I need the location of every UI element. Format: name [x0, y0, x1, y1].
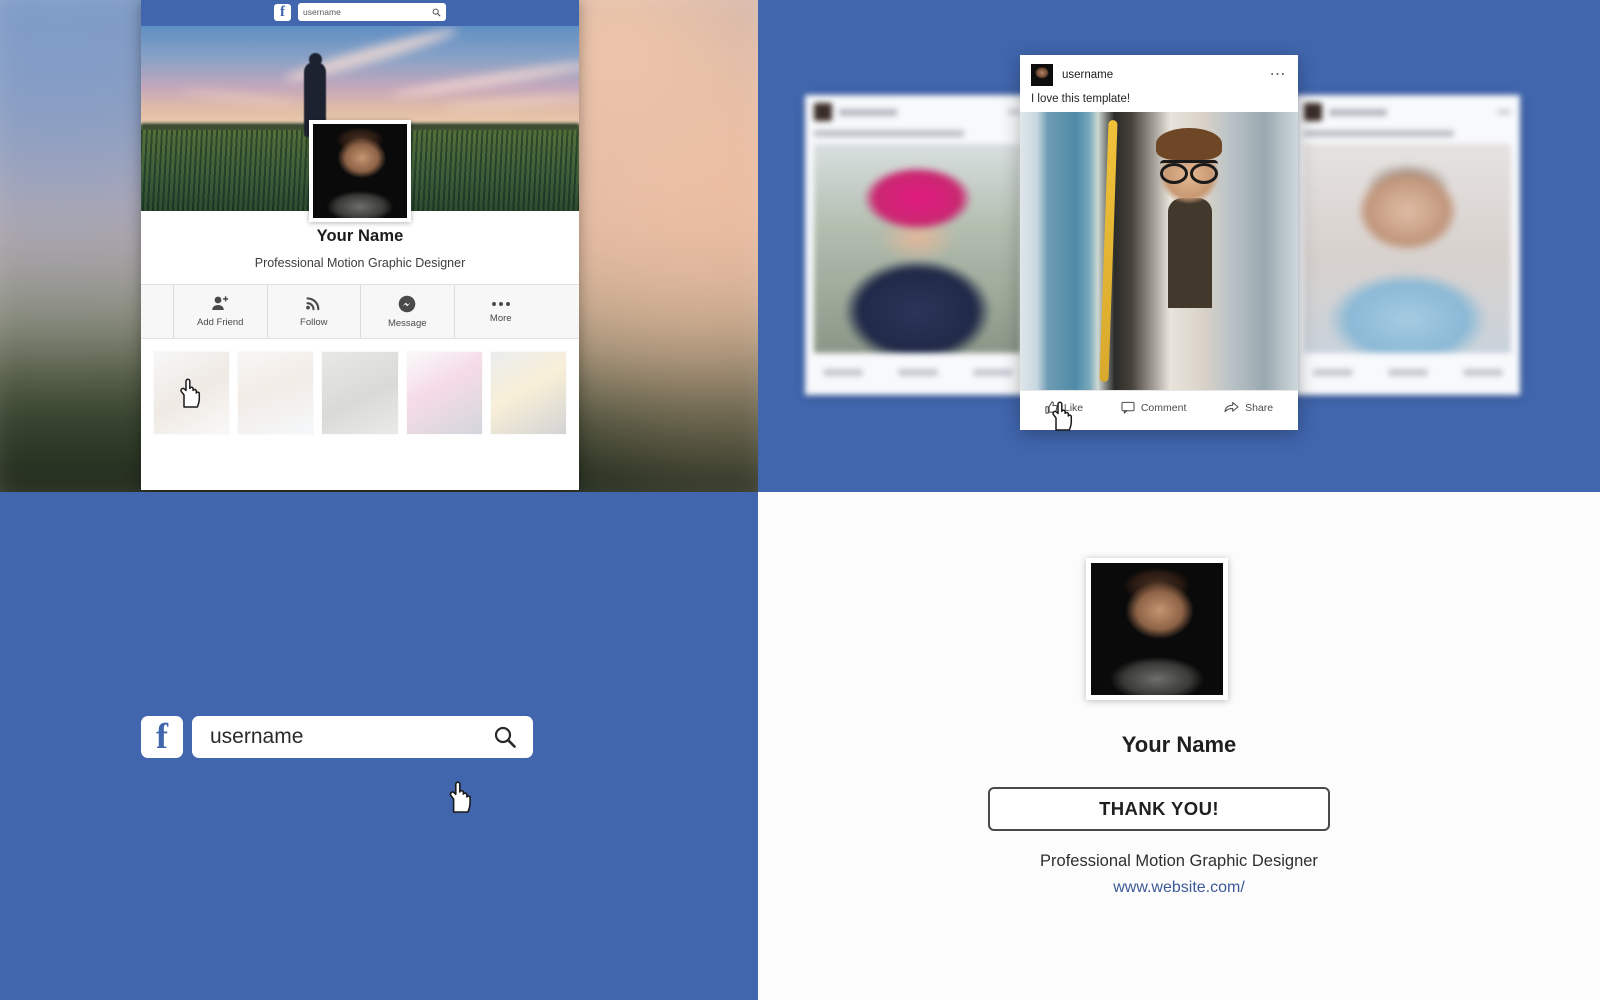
share-button[interactable]: Share: [1224, 401, 1273, 414]
avatar: [1304, 103, 1322, 121]
thank-you-subtitle: Professional Motion Graphic Designer: [1040, 852, 1318, 870]
facebook-f-logo-icon: f: [274, 3, 291, 21]
topbar-search-value: username: [303, 7, 341, 17]
action-bar-spacer: [547, 285, 579, 338]
post-header: username ⋯: [1020, 55, 1298, 86]
comment-label: Comment: [1140, 401, 1187, 414]
comment-placeholder: [897, 368, 938, 376]
comment-button[interactable]: Comment: [1121, 401, 1187, 414]
facebook-search-bar: f username: [141, 716, 533, 758]
avatar: [814, 103, 832, 121]
website-link[interactable]: www.website.com/: [758, 879, 1600, 897]
action-bar-spacer: [141, 285, 173, 338]
thank-you-name: Your Name: [1121, 732, 1237, 757]
topbar-search-input[interactable]: username: [298, 3, 446, 21]
follow-button[interactable]: Follow: [266, 285, 361, 338]
background-post-card[interactable]: [1295, 95, 1520, 395]
ellipsis-icon[interactable]: ⋯: [1270, 67, 1288, 83]
more-button[interactable]: More: [453, 285, 548, 338]
background-post-card[interactable]: [805, 95, 1030, 395]
featured-post-card: username ⋯ I love this template! Like Co…: [1020, 55, 1298, 430]
profile-name: Your Name: [316, 227, 404, 245]
profile-panel: f username Your Name Professional Motion…: [0, 0, 758, 492]
photo-thumbnail[interactable]: [405, 351, 483, 435]
facebook-profile-card: f username Your Name Professional Motion…: [141, 0, 579, 490]
photo-thumbnail[interactable]: [489, 351, 568, 435]
thank-you-avatar: [1086, 558, 1228, 700]
profile-subtitle: Professional Motion Graphic Designer: [254, 256, 466, 270]
username-placeholder: [839, 108, 897, 116]
eyeglasses: [1160, 160, 1218, 184]
profile-topbar: f username: [141, 0, 579, 26]
messenger-icon: [398, 295, 416, 312]
thumbs-up-icon: [1045, 401, 1058, 414]
thank-you-panel: Your Name THANK YOU! Professional Motion…: [758, 492, 1600, 1000]
cloud-decoration: [391, 57, 579, 101]
post-image: [814, 144, 1021, 353]
share-placeholder: [1462, 368, 1503, 376]
turtleneck: [1168, 198, 1212, 308]
photo-thumbnail[interactable]: [153, 351, 231, 435]
add-friend-icon: [211, 296, 228, 310]
ellipsis-icon: [491, 301, 510, 306]
share-label: Share: [1245, 401, 1274, 414]
background-post-actions: [805, 359, 1030, 385]
post-caption: I love this template!: [1031, 93, 1131, 105]
search-icon[interactable]: [432, 8, 441, 17]
add-friend-label: Add Friend: [197, 317, 244, 328]
like-placeholder: [822, 368, 863, 376]
post-action-bar: Like Comment Share: [1020, 390, 1298, 424]
search-input[interactable]: username: [192, 716, 533, 758]
cloud-decoration: [440, 92, 579, 113]
profile-portrait-image: [313, 124, 407, 218]
profile-avatar[interactable]: [309, 120, 411, 222]
ellipsis-icon: [1497, 110, 1511, 114]
add-friend-button[interactable]: Add Friend: [173, 285, 267, 338]
like-placeholder: [1312, 368, 1353, 376]
train-handrail: [1099, 119, 1118, 383]
share-arrow-icon: [1224, 401, 1239, 413]
caption-placeholder: [1304, 130, 1454, 137]
search-input-value: username: [210, 725, 304, 748]
post-image: [1304, 144, 1511, 353]
search-icon[interactable]: [493, 725, 517, 749]
post-image[interactable]: [1020, 112, 1298, 390]
facebook-f-logo-icon[interactable]: f: [141, 716, 183, 758]
share-placeholder: [972, 368, 1013, 376]
background-post-actions: [1295, 359, 1520, 385]
message-button[interactable]: Message: [360, 285, 454, 338]
background-post-header: [1295, 95, 1520, 125]
message-label: Message: [387, 317, 427, 329]
photo-thumbnail[interactable]: [237, 351, 315, 435]
ellipsis-icon: [1007, 110, 1021, 114]
person-hair: [1156, 128, 1222, 160]
thank-you-content: Your Name THANK YOU! Professional Motion…: [758, 492, 1600, 1000]
background-post-header: [805, 95, 1030, 125]
rss-follow-icon: [305, 297, 320, 311]
post-username[interactable]: username: [1062, 69, 1113, 81]
post-author-avatar[interactable]: [1031, 64, 1053, 86]
feed-panel: username ⋯ I love this template! Like Co…: [758, 0, 1600, 492]
thank-you-button[interactable]: THANK YOU!: [988, 787, 1330, 831]
cloud-decoration: [180, 87, 302, 109]
comment-placeholder: [1387, 368, 1428, 376]
caption-placeholder: [814, 130, 964, 137]
more-label: More: [489, 312, 512, 324]
photo-thumbnail[interactable]: [321, 351, 399, 435]
like-label: Like: [1063, 401, 1084, 414]
like-button[interactable]: Like: [1045, 401, 1083, 414]
profile-portrait-image: [1091, 563, 1223, 695]
username-placeholder: [1329, 108, 1387, 116]
follow-label: Follow: [300, 317, 328, 328]
screenshot-stage: f username Your Name Professional Motion…: [0, 0, 1600, 1000]
profile-action-bar: Add Friend Follow Message More: [141, 284, 579, 339]
comment-bubble-icon: [1121, 401, 1135, 414]
photo-strip: [141, 339, 579, 435]
